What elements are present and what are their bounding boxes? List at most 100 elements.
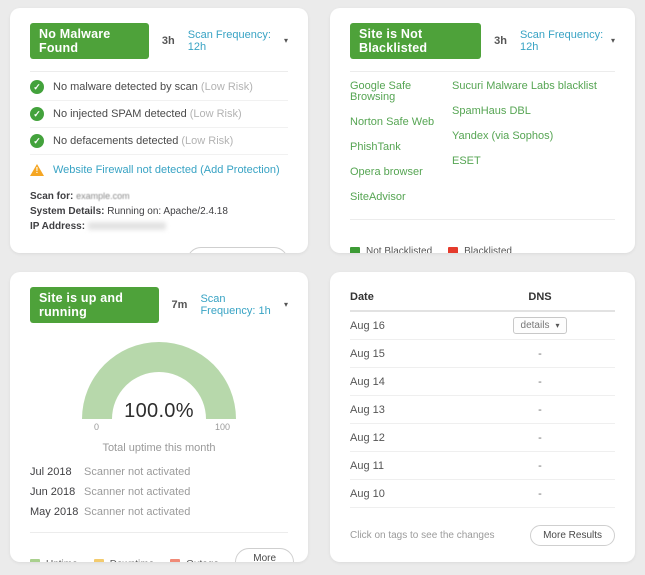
malware-scan-panel: No Malware Found 3h Scan Frequency: 12h …	[10, 8, 308, 253]
check-label: No injected SPAM detected(Low Risk)	[53, 108, 242, 120]
blacklist-service-link[interactable]: Google Safe Browsing	[350, 80, 452, 104]
blacklist-service-link[interactable]: Yandex (via Sophos)	[452, 130, 597, 143]
check-label: No malware detected by scan(Low Risk)	[53, 81, 253, 93]
dns-details-label: details	[521, 320, 550, 331]
dns-footer-note: Click on tags to see the changes	[350, 530, 495, 541]
blacklist-services-col1: Google Safe Browsing Norton Safe Web Phi…	[350, 80, 452, 216]
blacklist-service-link[interactable]: SpamHaus DBL	[452, 105, 597, 118]
blacklist-services: Google Safe Browsing Norton Safe Web Phi…	[350, 80, 615, 216]
scan-frequency-label: Scan Frequency: 12h	[188, 29, 279, 53]
date-column-header: Date	[350, 291, 465, 303]
legend-swatch-icon	[30, 559, 40, 562]
dns-details-dropdown[interactable]: details ▾	[513, 317, 568, 334]
check-circle-icon: ✓	[30, 134, 44, 148]
last-scan-age: 3h	[162, 35, 175, 47]
ip-address-line: IP Address:	[30, 219, 288, 234]
scan-frequency-label: Scan Frequency: 1h	[200, 293, 279, 317]
month-label: Jun 2018	[30, 486, 84, 498]
table-row: Aug 16 details ▾ details	[350, 312, 615, 340]
blacklist-service-link[interactable]: ESET	[452, 155, 597, 168]
gauge-min-label: 0	[94, 422, 99, 432]
legend-item: Not Blacklisted	[350, 246, 432, 253]
legend-swatch-icon	[350, 247, 360, 254]
blacklist-legend: Not Blacklisted Blacklisted	[350, 246, 615, 253]
row-date: Aug 16	[350, 320, 465, 332]
request-cleanup-button[interactable]: Request Cleanup	[187, 247, 288, 253]
firewall-warning-row: ! Website Firewall not detected (Add Pro…	[30, 164, 288, 176]
uptime-gauge: 100.0% 0 100	[82, 342, 236, 419]
uptime-panel-footer: Uptime Downtime Outage More Results	[30, 548, 288, 562]
month-row: Jun 2018 Scanner not activated	[30, 482, 288, 502]
scan-frequency-label: Scan Frequency: 12h	[520, 29, 606, 53]
legend-item: Downtime	[94, 559, 154, 563]
last-check-age: 7m	[172, 299, 188, 311]
firewall-warning-link[interactable]: Website Firewall not detected (Add Prote…	[53, 164, 280, 176]
ip-address-redacted-value	[88, 222, 166, 230]
scan-for-label: Scan for:	[30, 191, 73, 202]
row-date: Aug 10	[350, 488, 465, 500]
check-circle-icon: ✓	[30, 80, 44, 94]
divider	[350, 219, 615, 220]
uptime-months-list: Jul 2018 Scanner not activated Jun 2018 …	[30, 462, 288, 522]
blacklist-panel: Site is Not Blacklisted 3h Scan Frequenc…	[330, 8, 635, 253]
row-dns-cell: - ▾ -	[465, 376, 615, 388]
row-dns-cell: - ▾ -	[465, 404, 615, 416]
dns-empty-dash: -	[538, 404, 542, 416]
system-details-label: System Details:	[30, 206, 104, 217]
site-details-block: Scan for: example.com System Details: Ru…	[30, 189, 288, 234]
risk-level: (Low Risk)	[181, 135, 233, 147]
scan-for-value: example.com	[76, 191, 130, 201]
row-dns-cell: - ▾ -	[465, 348, 615, 360]
legend-item: Blacklisted	[448, 246, 512, 253]
blacklist-service-link[interactable]: Sucuri Malware Labs blacklist	[452, 80, 597, 93]
uptime-panel-header: Site is up and running 7m Scan Frequency…	[10, 272, 308, 335]
blacklist-service-link[interactable]: Opera browser	[350, 166, 452, 179]
legend-label: Downtime	[110, 559, 154, 563]
blacklist-service-link[interactable]: SiteAdvisor	[350, 191, 452, 204]
uptime-percentage: 100.0%	[82, 400, 236, 423]
malware-check-row: ✓ No malware detected by scan(Low Risk)	[30, 74, 288, 101]
dns-table-body: Aug 16 details ▾ details Aug 15 -	[350, 312, 615, 508]
uptime-legend: Uptime Downtime Outage	[30, 559, 235, 563]
table-row: Aug 12 - ▾ -	[350, 424, 615, 452]
system-details-value: Running on: Apache/2.4.18	[107, 206, 228, 217]
legend-label: Uptime	[46, 559, 78, 563]
divider	[350, 71, 615, 72]
scan-for-line: Scan for: example.com	[30, 189, 288, 204]
warning-triangle-icon: !	[30, 164, 44, 176]
system-details-line: System Details: Running on: Apache/2.4.1…	[30, 204, 288, 219]
more-results-button[interactable]: More Results	[530, 525, 615, 546]
table-row: Aug 15 - ▾ -	[350, 340, 615, 368]
dns-panel-footer: Click on tags to see the changes More Re…	[350, 525, 615, 546]
legend-item: Uptime	[30, 559, 78, 563]
row-date: Aug 13	[350, 404, 465, 416]
divider	[30, 532, 288, 533]
month-status: Scanner not activated	[84, 466, 190, 478]
legend-label: Not Blacklisted	[366, 246, 432, 253]
scan-frequency-dropdown[interactable]: Scan Frequency: 12h ▾	[520, 29, 615, 53]
row-dns-cell: - ▾ -	[465, 432, 615, 444]
malware-panel-header: No Malware Found 3h Scan Frequency: 12h …	[10, 8, 308, 71]
blacklist-status-badge: Site is Not Blacklisted	[350, 23, 481, 59]
row-date: Aug 15	[350, 348, 465, 360]
scan-frequency-dropdown[interactable]: Scan Frequency: 12h ▾	[188, 29, 288, 53]
month-row: Jul 2018 Scanner not activated	[30, 462, 288, 482]
legend-item: Outage	[170, 559, 219, 563]
dns-table: Date DNS Aug 16 details ▾ details	[350, 272, 615, 508]
malware-check-row: ✓ No defacements detected(Low Risk)	[30, 128, 288, 155]
row-dns-cell: - ▾ -	[465, 460, 615, 472]
table-row: Aug 10 - ▾ -	[350, 480, 615, 508]
blacklist-service-link[interactable]: Norton Safe Web	[350, 116, 452, 129]
legend-label: Outage	[186, 559, 219, 563]
more-results-button[interactable]: More Results	[235, 548, 294, 562]
month-status: Scanner not activated	[84, 486, 190, 498]
uptime-status-badge: Site is up and running	[30, 287, 159, 323]
divider	[30, 71, 288, 72]
dns-history-panel: Date DNS Aug 16 details ▾ details	[330, 272, 635, 562]
row-date: Aug 14	[350, 376, 465, 388]
blacklist-services-col2: Sucuri Malware Labs blacklist SpamHaus D…	[452, 80, 597, 216]
blacklist-service-link[interactable]: PhishTank	[350, 141, 452, 154]
caret-down-icon: ▾	[284, 301, 288, 309]
caret-down-icon: ▾	[555, 322, 559, 330]
scan-frequency-dropdown[interactable]: Scan Frequency: 1h ▾	[200, 293, 288, 317]
